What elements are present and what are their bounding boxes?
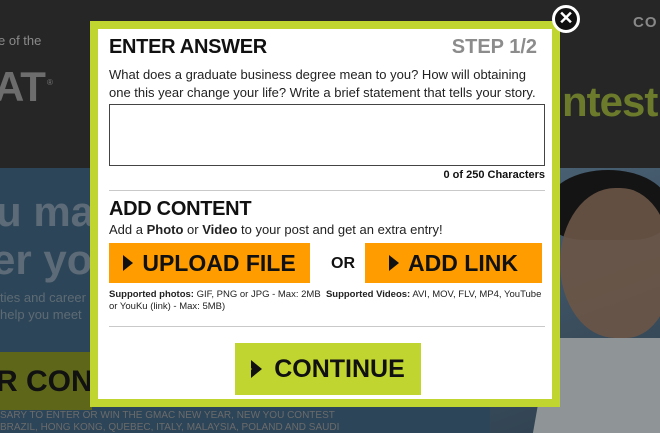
enter-answer-modal: ENTER ANSWER STEP 1/2 What does a gradua… <box>90 21 560 407</box>
close-icon[interactable]: ✕ <box>552 5 580 33</box>
background-fine-print-2: BRAZIL, HONG KONG, QUEBEC, ITALY, MALAYS… <box>0 422 340 433</box>
background-hero-small-1: ties and career <box>0 290 86 305</box>
supported-videos-label: Supported Videos: <box>325 289 411 300</box>
upload-file-button[interactable]: UPLOAD FILE <box>109 243 310 283</box>
or-separator: OR <box>331 255 355 272</box>
question-text: What does a graduate business degree mea… <box>109 67 536 100</box>
background-nav-item: CO <box>633 14 658 31</box>
background-hero-small-2: help you meet <box>0 307 82 322</box>
chevron-right-icon <box>245 360 263 378</box>
add-content-video: Video <box>202 222 238 237</box>
background-contest-heading: ntest <box>562 78 658 125</box>
continue-button[interactable]: CONTINUE <box>235 343 421 395</box>
add-content-prefix: Add a <box>109 222 147 237</box>
continue-label: CONTINUE <box>274 354 405 383</box>
add-content-or: or <box>183 222 203 237</box>
background-tagline: e of the <box>0 33 42 48</box>
step-indicator: STEP 1/2 <box>451 36 537 58</box>
modal-panel: ENTER ANSWER STEP 1/2 What does a gradua… <box>98 29 552 399</box>
background-logo-registered: ® <box>47 78 53 87</box>
add-link-button[interactable]: ADD LINK <box>365 243 542 283</box>
enter-answer-title: ENTER ANSWER <box>109 36 267 58</box>
background-fine-print-1: SARY TO ENTER OR WIN THE GMAC NEW YEAR, … <box>0 410 335 421</box>
section-divider <box>109 190 545 191</box>
add-content-suffix: to your post and get an extra entry! <box>237 222 443 237</box>
add-link-label: ADD LINK <box>408 249 518 276</box>
answer-textarea[interactable] <box>109 104 545 166</box>
background-logo: AT <box>0 63 46 110</box>
supported-photos-value: GIF, PNG or JPG - Max: 2MB <box>193 289 321 300</box>
add-content-description: Add a Photo or Video to your post and ge… <box>109 222 443 237</box>
add-content-title: ADD CONTENT <box>109 198 252 220</box>
character-counter: 0 of 250 Characters <box>443 169 546 181</box>
supported-formats-note: Supported photos: GIF, PNG or JPG - Max:… <box>109 289 549 313</box>
upload-file-label: UPLOAD FILE <box>142 249 296 276</box>
hero-photo-face <box>560 188 660 338</box>
chevron-right-icon <box>383 255 400 271</box>
chevron-right-icon <box>117 255 134 271</box>
supported-photos-label: Supported photos: <box>109 289 194 300</box>
add-content-photo: Photo <box>146 222 184 237</box>
section-divider <box>109 326 545 327</box>
